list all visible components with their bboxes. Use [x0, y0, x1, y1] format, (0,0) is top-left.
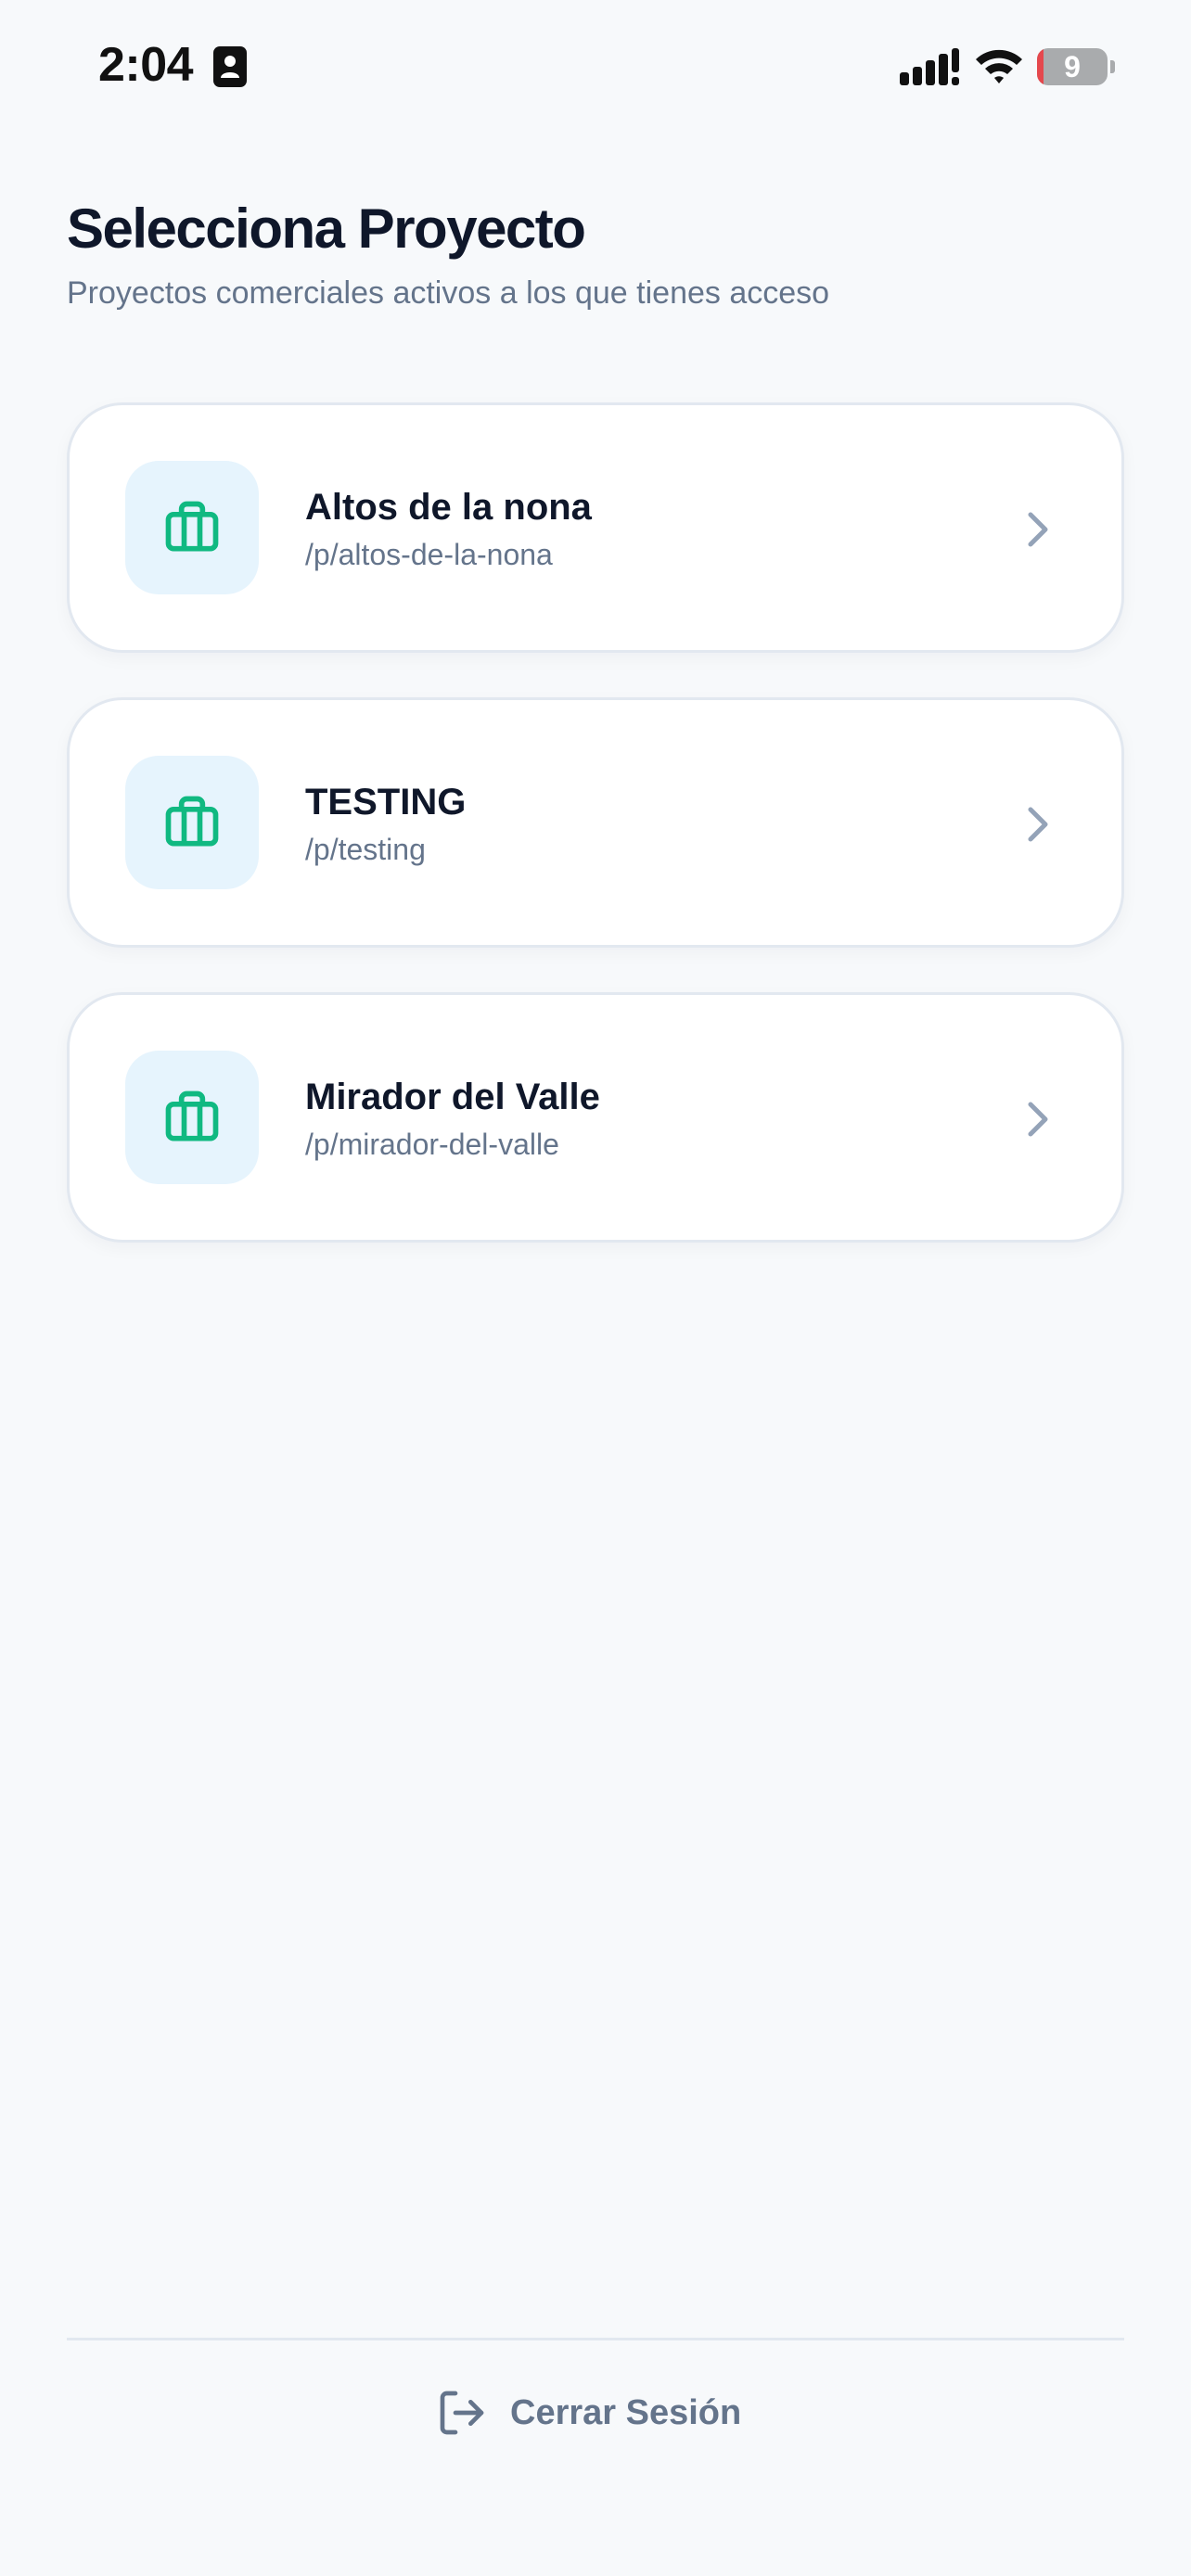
status-time: 2:04 [98, 38, 194, 92]
battery-percentage: 9 [1064, 50, 1081, 83]
project-card[interactable]: TESTING /p/testing [67, 697, 1124, 948]
logout-button[interactable]: Cerrar Sesión [436, 2383, 741, 2442]
project-list: Altos de la nona /p/altos-de-la-nona TES… [67, 402, 1124, 1287]
page-title: Selecciona Proyecto [67, 198, 586, 260]
footer-divider [67, 2338, 1124, 2340]
battery-tip [1110, 60, 1115, 73]
project-card[interactable]: Altos de la nona /p/altos-de-la-nona [67, 402, 1124, 653]
wifi-icon [976, 49, 1022, 83]
cellular-signal-icon [900, 48, 959, 85]
contact-card-icon [213, 46, 247, 87]
page-subtitle: Proyectos comerciales activos a los que … [67, 275, 830, 311]
project-icon-box [125, 756, 259, 889]
project-path: /p/altos-de-la-nona [305, 538, 553, 571]
chevron-right-icon [1028, 807, 1048, 842]
briefcase-icon [165, 501, 219, 552]
chevron-right-icon [1028, 512, 1048, 547]
status-bar: 2:04 9 [0, 0, 1191, 139]
project-card[interactable]: Mirador del Valle /p/mirador-del-valle [67, 992, 1124, 1243]
briefcase-icon [165, 796, 219, 847]
logout-label: Cerrar Sesión [510, 2392, 742, 2432]
project-icon-box [125, 461, 259, 594]
battery-indicator: 9 [1037, 48, 1115, 85]
chevron-right-icon [1028, 1102, 1048, 1137]
briefcase-icon [165, 1090, 219, 1141]
project-path: /p/testing [305, 833, 426, 866]
project-name: Altos de la nona [305, 487, 592, 528]
app-screen: 2:04 9 Selecciona Proyecto Proyectos com… [0, 0, 1191, 2576]
project-name: TESTING [305, 782, 467, 823]
project-name: Mirador del Valle [305, 1077, 600, 1117]
project-icon-box [125, 1051, 259, 1184]
battery-body: 9 [1037, 48, 1108, 85]
project-path: /p/mirador-del-valle [305, 1128, 559, 1161]
logout-icon [440, 2391, 484, 2435]
